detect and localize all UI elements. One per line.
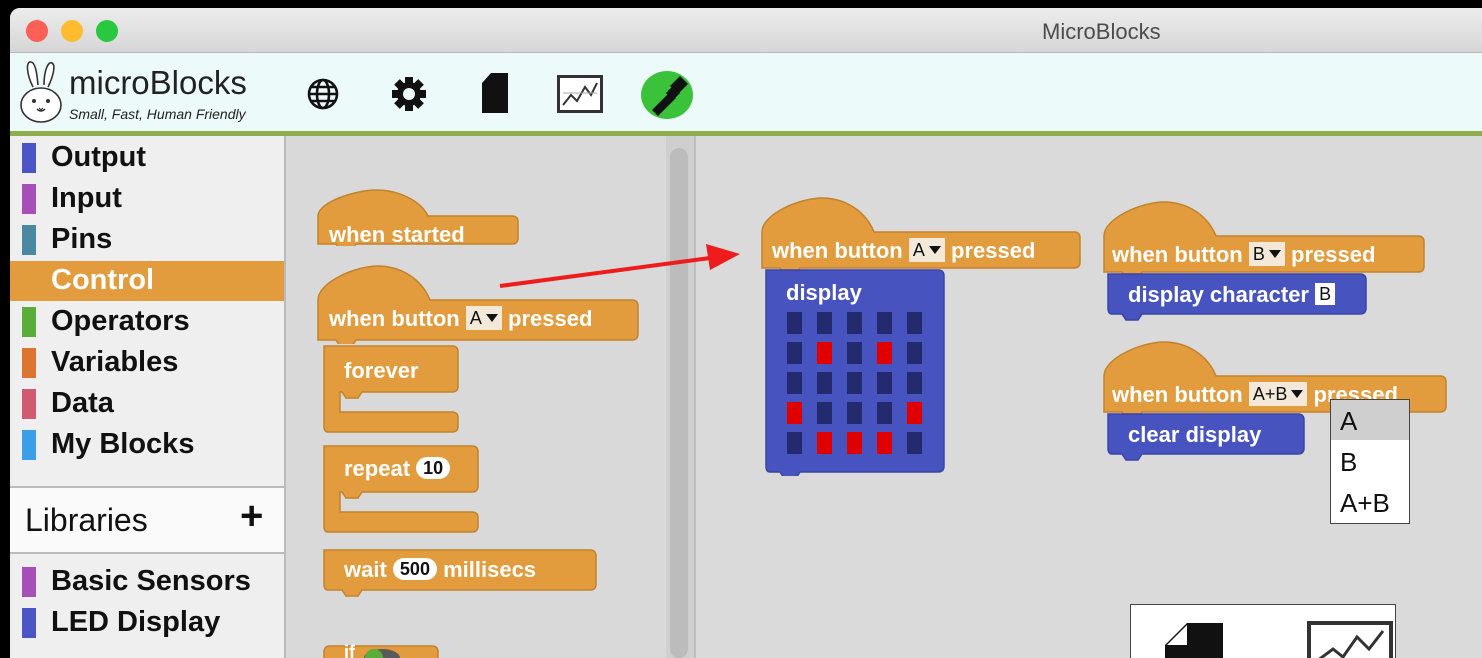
file-icon[interactable] [1165, 623, 1225, 658]
mini-toolbar-panel [1130, 604, 1396, 658]
app-window: MicroBlocks microBlocks Small, Fast, Hum… [10, 8, 1482, 658]
dropdown-option[interactable]: B [1331, 441, 1409, 481]
graph-icon[interactable] [1307, 621, 1393, 658]
button-dropdown-menu: A B A+B [1330, 399, 1410, 524]
red-arrow-annotation [499, 244, 740, 288]
dropdown-option[interactable]: A [1331, 400, 1409, 440]
dropdown-option[interactable]: A+B [1331, 482, 1409, 522]
